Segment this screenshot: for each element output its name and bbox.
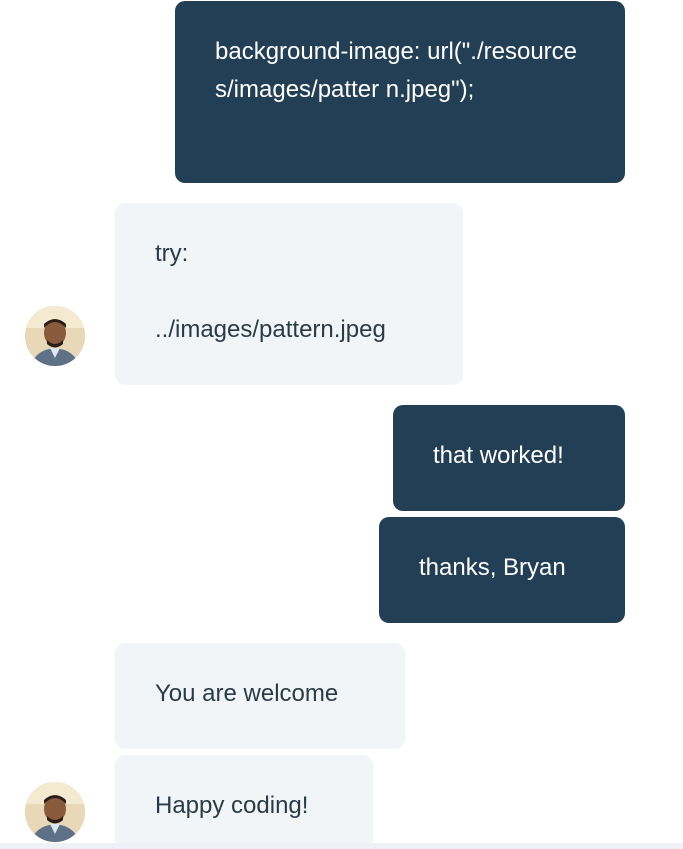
outgoing-message-bubble[interactable]: thanks, Bryan	[379, 517, 625, 623]
chat-thread: background-image: url("./resources/image…	[0, 0, 683, 849]
outgoing-message-bubble[interactable]: that worked!	[393, 405, 625, 511]
user-avatar[interactable]	[25, 306, 85, 366]
avatar-photo-icon	[25, 782, 85, 842]
incoming-message-bubble[interactable]: try: ../images/pattern.jpeg	[115, 203, 463, 385]
incoming-message-bubble[interactable]: Happy coding!	[115, 755, 373, 849]
incoming-message-bubble[interactable]: You are welcome	[115, 643, 405, 749]
user-avatar[interactable]	[25, 782, 85, 842]
avatar-photo-icon	[25, 306, 85, 366]
outgoing-message-bubble[interactable]: background-image: url("./resources/image…	[175, 1, 625, 183]
composer-edge	[0, 843, 683, 849]
